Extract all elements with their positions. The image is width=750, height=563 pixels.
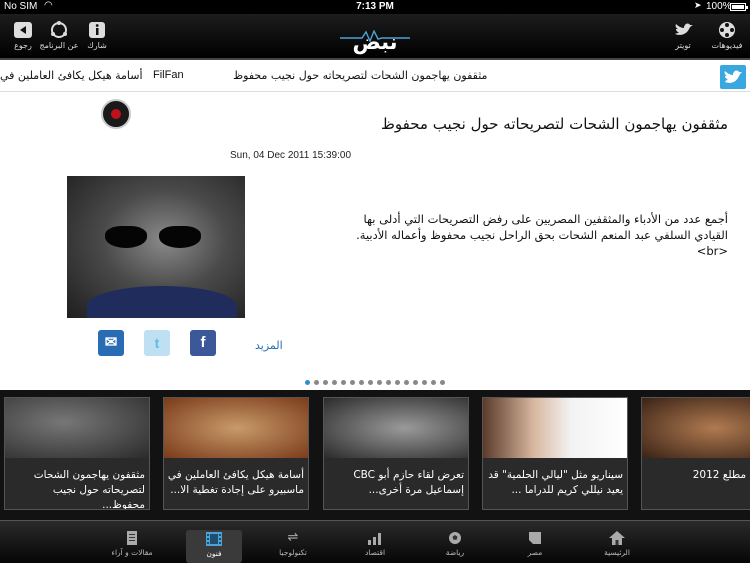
twitter-icon: t bbox=[154, 335, 160, 351]
carousel-card[interactable]: أسامة هيكل يكافئ العاملين في ماسبيرو على… bbox=[163, 397, 309, 510]
card-caption: مثقفون يهاجمون الشحات لتصريحاته حول نجيب… bbox=[33, 469, 145, 510]
tab-bar: مقالات و آراء فنون ⇌ تكنولوجيا اقتصاد ري… bbox=[0, 520, 750, 563]
tab-arts[interactable]: فنون bbox=[186, 530, 242, 563]
page-dot[interactable] bbox=[359, 380, 364, 385]
card-thumbnail bbox=[5, 398, 149, 458]
ticker-twitter-icon[interactable] bbox=[720, 65, 746, 89]
app-logo-text: نبض bbox=[352, 30, 398, 54]
app-screen: No SIM ◠ 7:13 PM ➤ 100% رجوع عن البرنامج… bbox=[0, 0, 750, 563]
card-caption: تعرض لقاء حازم أبو CBC إسماعيل مرة أخرى.… bbox=[353, 469, 464, 496]
videos-button[interactable]: فيديوهات bbox=[704, 16, 750, 58]
tab-economy[interactable]: اقتصاد bbox=[340, 529, 410, 563]
ticker-source: FilFan bbox=[153, 69, 184, 81]
card-thumbnail bbox=[324, 398, 468, 458]
share-button[interactable]: شارك bbox=[74, 16, 120, 58]
carousel-card[interactable]: اب خالد مطلع 2012 bbox=[641, 397, 750, 510]
email-icon: ✉ bbox=[104, 334, 118, 351]
page-dot[interactable] bbox=[377, 380, 382, 385]
page-dot[interactable] bbox=[413, 380, 418, 385]
bar-chart-icon bbox=[367, 531, 383, 545]
page-dot[interactable] bbox=[368, 380, 373, 385]
document-icon bbox=[124, 531, 140, 545]
battery-icon bbox=[730, 3, 748, 11]
card-caption: سيناريو مثل "ليالي الحلمية" قد يعيد نيلل… bbox=[488, 469, 623, 496]
home-icon bbox=[609, 531, 625, 545]
app-header: رجوع عن البرنامج شارك نبض تويتر فيديوهات bbox=[0, 14, 750, 60]
page-dot[interactable] bbox=[386, 380, 391, 385]
share-facebook-button[interactable]: f bbox=[190, 330, 216, 356]
ticker-item[interactable]: أسامة هيكل يكافئ العاملين في bbox=[0, 69, 143, 82]
status-time: 7:13 PM bbox=[356, 1, 394, 12]
info-icon bbox=[87, 20, 107, 40]
article-title: مثقفون يهاجمون الشحات لتصريحاته حول نجيب… bbox=[381, 115, 728, 133]
tab-home[interactable]: الرئيسية bbox=[582, 529, 652, 563]
tab-technology[interactable]: ⇌ تكنولوجيا bbox=[258, 529, 328, 563]
status-bar: No SIM ◠ 7:13 PM ➤ 100% bbox=[0, 0, 750, 14]
facebook-icon: f bbox=[200, 334, 206, 351]
about-icon bbox=[49, 20, 69, 40]
page-dot[interactable] bbox=[431, 380, 436, 385]
page-dot[interactable] bbox=[341, 380, 346, 385]
back-arrow-icon bbox=[13, 20, 33, 40]
tab-egypt[interactable]: مصر bbox=[500, 529, 570, 563]
article-date: Sun, 04 Dec 2011 15:39:00 bbox=[230, 150, 352, 161]
related-carousel[interactable]: مثقفون يهاجمون الشحات لتصريحاته حول نجيب… bbox=[0, 390, 750, 520]
article-view: مثقفون يهاجمون الشحات لتصريحاته حول نجيب… bbox=[0, 93, 750, 388]
tab-articles[interactable]: مقالات و آراء bbox=[97, 529, 167, 563]
twitter-button[interactable]: تويتر bbox=[660, 16, 706, 58]
page-dot[interactable] bbox=[323, 380, 328, 385]
page-dot[interactable] bbox=[440, 380, 445, 385]
battery-percent: 100% bbox=[706, 1, 732, 12]
card-thumbnail bbox=[642, 398, 750, 458]
carousel-card[interactable]: تعرض لقاء حازم أبو CBC إسماعيل مرة أخرى.… bbox=[323, 397, 469, 510]
film-strip-icon bbox=[206, 532, 222, 546]
page-dot[interactable] bbox=[332, 380, 337, 385]
carousel-card[interactable]: مثقفون يهاجمون الشحات لتصريحاته حول نجيب… bbox=[4, 397, 150, 510]
card-thumbnail bbox=[483, 398, 627, 458]
more-link[interactable]: المزيد bbox=[255, 339, 283, 352]
card-caption: اب خالد مطلع 2012 bbox=[692, 469, 750, 481]
film-reel-icon bbox=[717, 20, 737, 40]
page-indicator[interactable] bbox=[0, 370, 750, 389]
news-ticker[interactable]: أسامة هيكل يكافئ العاملين في FilFan مثقف… bbox=[0, 62, 750, 92]
map-icon bbox=[527, 531, 543, 545]
usb-icon: ⇌ bbox=[287, 530, 299, 545]
page-dot[interactable] bbox=[314, 380, 319, 385]
article-photo bbox=[67, 176, 245, 318]
share-email-button[interactable]: ✉ bbox=[98, 330, 124, 356]
article-body: أجمع عدد من الأدباء والمثقفين المصريين ع… bbox=[356, 212, 728, 258]
page-dot[interactable] bbox=[305, 380, 310, 385]
page-dot[interactable] bbox=[404, 380, 409, 385]
location-arrow-icon: ➤ bbox=[694, 0, 702, 10]
tab-sports[interactable]: رياضة bbox=[420, 529, 490, 563]
soccer-ball-icon bbox=[447, 531, 463, 545]
page-dot[interactable] bbox=[395, 380, 400, 385]
ticker-item[interactable]: مثقفون يهاجمون الشحات لتصريحاته حول نجيب… bbox=[233, 69, 487, 82]
twitter-bird-icon bbox=[673, 20, 693, 40]
channel-logo-icon bbox=[101, 99, 131, 129]
page-dot[interactable] bbox=[422, 380, 427, 385]
card-caption: أسامة هيكل يكافئ العاملين في ماسبيرو على… bbox=[167, 469, 304, 496]
page-dot[interactable] bbox=[350, 380, 355, 385]
share-twitter-button[interactable]: t bbox=[144, 330, 170, 356]
card-thumbnail bbox=[164, 398, 308, 458]
carousel-card[interactable]: سيناريو مثل "ليالي الحلمية" قد يعيد نيلل… bbox=[482, 397, 628, 510]
